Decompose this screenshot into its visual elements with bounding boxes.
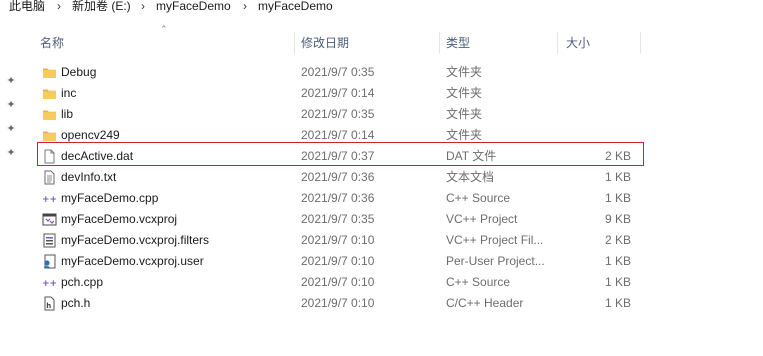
column-divider[interactable]: [294, 32, 295, 54]
sort-ascending-icon: ⌃: [160, 24, 168, 34]
column-divider[interactable]: [439, 32, 440, 54]
file-size: 1 KB: [604, 254, 631, 268]
file-modified-date: 2021/9/7 0:36: [301, 170, 375, 184]
file-size: 1 KB: [604, 170, 631, 184]
file-row[interactable]: inc 2021/9/7 0:14 文件夹: [0, 83, 650, 104]
highlight-box: [37, 142, 644, 166]
file-row[interactable]: myFaceDemo.vcxproj 2021/9/7 0:35 VC++ Proj…: [0, 209, 650, 230]
column-name-header[interactable]: 名称: [40, 28, 64, 58]
file-row[interactable]: ++ pch.cpp 2021/9/7 0:10 C++ Source 1 KB: [0, 272, 650, 293]
file-size: 9 KB: [604, 212, 631, 226]
svg-text:++: ++: [42, 195, 57, 205]
header-file-icon: h: [42, 296, 57, 311]
file-name: myFaceDemo.vcxproj.user: [61, 254, 204, 268]
file-name: pch.h: [61, 296, 91, 310]
file-type: C++ Source: [446, 191, 511, 205]
file-modified-date: 2021/9/7 0:35: [301, 107, 375, 121]
file-name: lib: [61, 107, 74, 121]
vcxproj-icon: [42, 212, 57, 227]
file-row[interactable]: myFaceDemo.vcxproj.user 2021/9/7 0:10 Per-…: [0, 251, 650, 272]
file-size: [560, 83, 631, 104]
cpp-file-icon: ++: [42, 191, 57, 206]
file-name: myFaceDemo.vcxproj: [61, 212, 178, 226]
file-type: 文件夹: [446, 107, 483, 121]
file-type: 文本文档: [446, 170, 495, 184]
column-size-header[interactable]: 大小: [566, 28, 590, 58]
file-type: Per-User Project...: [446, 254, 545, 268]
file-name: myFaceDemo.vcxproj.filters: [61, 233, 210, 247]
file-type: C/C++ Header: [446, 296, 524, 310]
file-modified-date: 2021/9/7 0:10: [301, 275, 375, 289]
column-divider[interactable]: [640, 32, 641, 54]
file-size: [560, 62, 631, 83]
file-type: VC++ Project Fil...: [446, 233, 544, 247]
chevron-right-icon[interactable]: ›: [141, 0, 145, 12]
breadcrumb-folder[interactable]: myFaceDemo: [156, 0, 231, 12]
file-type: C++ Source: [446, 275, 511, 289]
column-date-header[interactable]: 修改日期: [301, 28, 349, 58]
breadcrumb-drive[interactable]: 新加卷 (E:): [72, 0, 131, 12]
file-name: Debug: [61, 65, 97, 79]
file-type: 文件夹: [446, 86, 483, 100]
file-size: 1 KB: [604, 191, 631, 205]
file-name: inc: [61, 86, 77, 100]
column-header: ⌃ 名称 修改日期 类型 大小: [0, 24, 763, 58]
file-modified-date: 2021/9/7 0:36: [301, 191, 375, 205]
svg-text:++: ++: [42, 279, 57, 289]
filters-file-icon: [42, 233, 57, 248]
file-row[interactable]: h pch.h 2021/9/7 0:10 C/C++ Header 1 KB: [0, 293, 650, 314]
folder-icon: [42, 65, 57, 80]
chevron-right-icon[interactable]: ›: [243, 0, 247, 12]
folder-icon: [42, 128, 57, 143]
svg-text:h: h: [46, 302, 51, 310]
file-modified-date: 2021/9/7 0:35: [301, 212, 375, 226]
file-row[interactable]: Debug 2021/9/7 0:35 文件夹: [0, 62, 650, 83]
text-file-icon: [42, 170, 57, 185]
file-type: VC++ Project: [446, 212, 518, 226]
file-modified-date: 2021/9/7 0:35: [301, 65, 375, 79]
file-row[interactable]: lib 2021/9/7 0:35 文件夹: [0, 104, 650, 125]
folder-icon: [42, 86, 57, 101]
column-type-header[interactable]: 类型: [446, 28, 470, 58]
user-project-icon: [42, 254, 57, 269]
file-modified-date: 2021/9/7 0:14: [301, 86, 375, 100]
folder-icon: [42, 107, 57, 122]
file-type: 文件夹: [446, 65, 483, 79]
chevron-right-icon[interactable]: ›: [57, 0, 61, 12]
file-name: myFaceDemo.cpp: [61, 191, 159, 205]
file-size: 1 KB: [604, 275, 631, 289]
file-modified-date: 2021/9/7 0:10: [301, 233, 375, 247]
file-size: 1 KB: [604, 296, 631, 310]
file-size: 2 KB: [604, 233, 631, 247]
file-name: pch.cpp: [61, 275, 104, 289]
file-row[interactable]: myFaceDemo.vcxproj.filters 2021/9/7 0:10 V…: [0, 230, 650, 251]
column-divider[interactable]: [557, 32, 558, 54]
cpp-file-icon: ++: [42, 275, 57, 290]
file-modified-date: 2021/9/7 0:10: [301, 254, 375, 268]
file-row[interactable]: devInfo.txt 2021/9/7 0:36 文本文档 1 KB: [0, 167, 650, 188]
breadcrumb-current-folder[interactable]: myFaceDemo: [258, 0, 333, 12]
file-name: devInfo.txt: [61, 170, 117, 184]
file-modified-date: 2021/9/7 0:10: [301, 296, 375, 310]
file-row[interactable]: ++ myFaceDemo.cpp 2021/9/7 0:36 C++ Source 1…: [0, 188, 650, 209]
file-size: [560, 104, 631, 125]
